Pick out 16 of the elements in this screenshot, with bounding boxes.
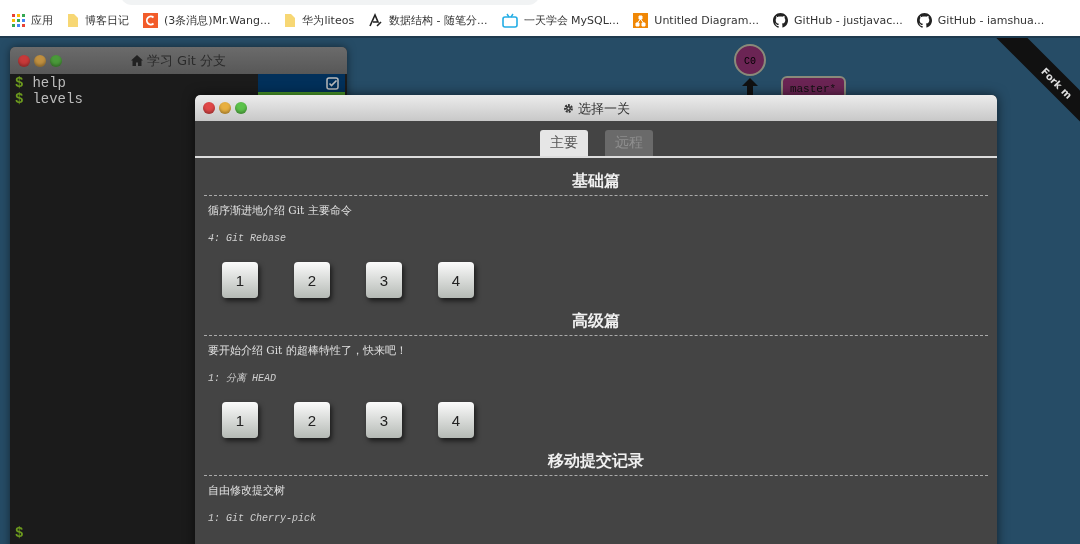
command-text: help — [32, 75, 66, 91]
dialog-title: 选择一关 — [577, 99, 630, 118]
prompt-sign: $ — [15, 525, 24, 541]
current-level-name: 1: Git Cherry-pick — [207, 512, 318, 526]
command-text: levels — [32, 91, 83, 107]
commit-node: C0 — [734, 44, 766, 76]
section-description: 自由修改提交树 — [207, 483, 286, 497]
section-description: 要开始介绍 Git 的超棒特性了，快来吧！ — [207, 343, 408, 357]
section-heading: 移动提交记录 — [204, 449, 988, 476]
current-level-name: 1: 分离 HEAD — [207, 372, 277, 386]
prompt-sign: $ — [15, 75, 24, 91]
prompt-sign: $ — [15, 91, 24, 107]
current-level-name: 4: Git Rebase — [207, 232, 287, 246]
section-heading: 高级篇 — [204, 309, 988, 336]
section-description: 循序渐进地介绍 Git 主要命令 — [207, 203, 353, 217]
section-heading: 基础篇 — [204, 169, 988, 196]
